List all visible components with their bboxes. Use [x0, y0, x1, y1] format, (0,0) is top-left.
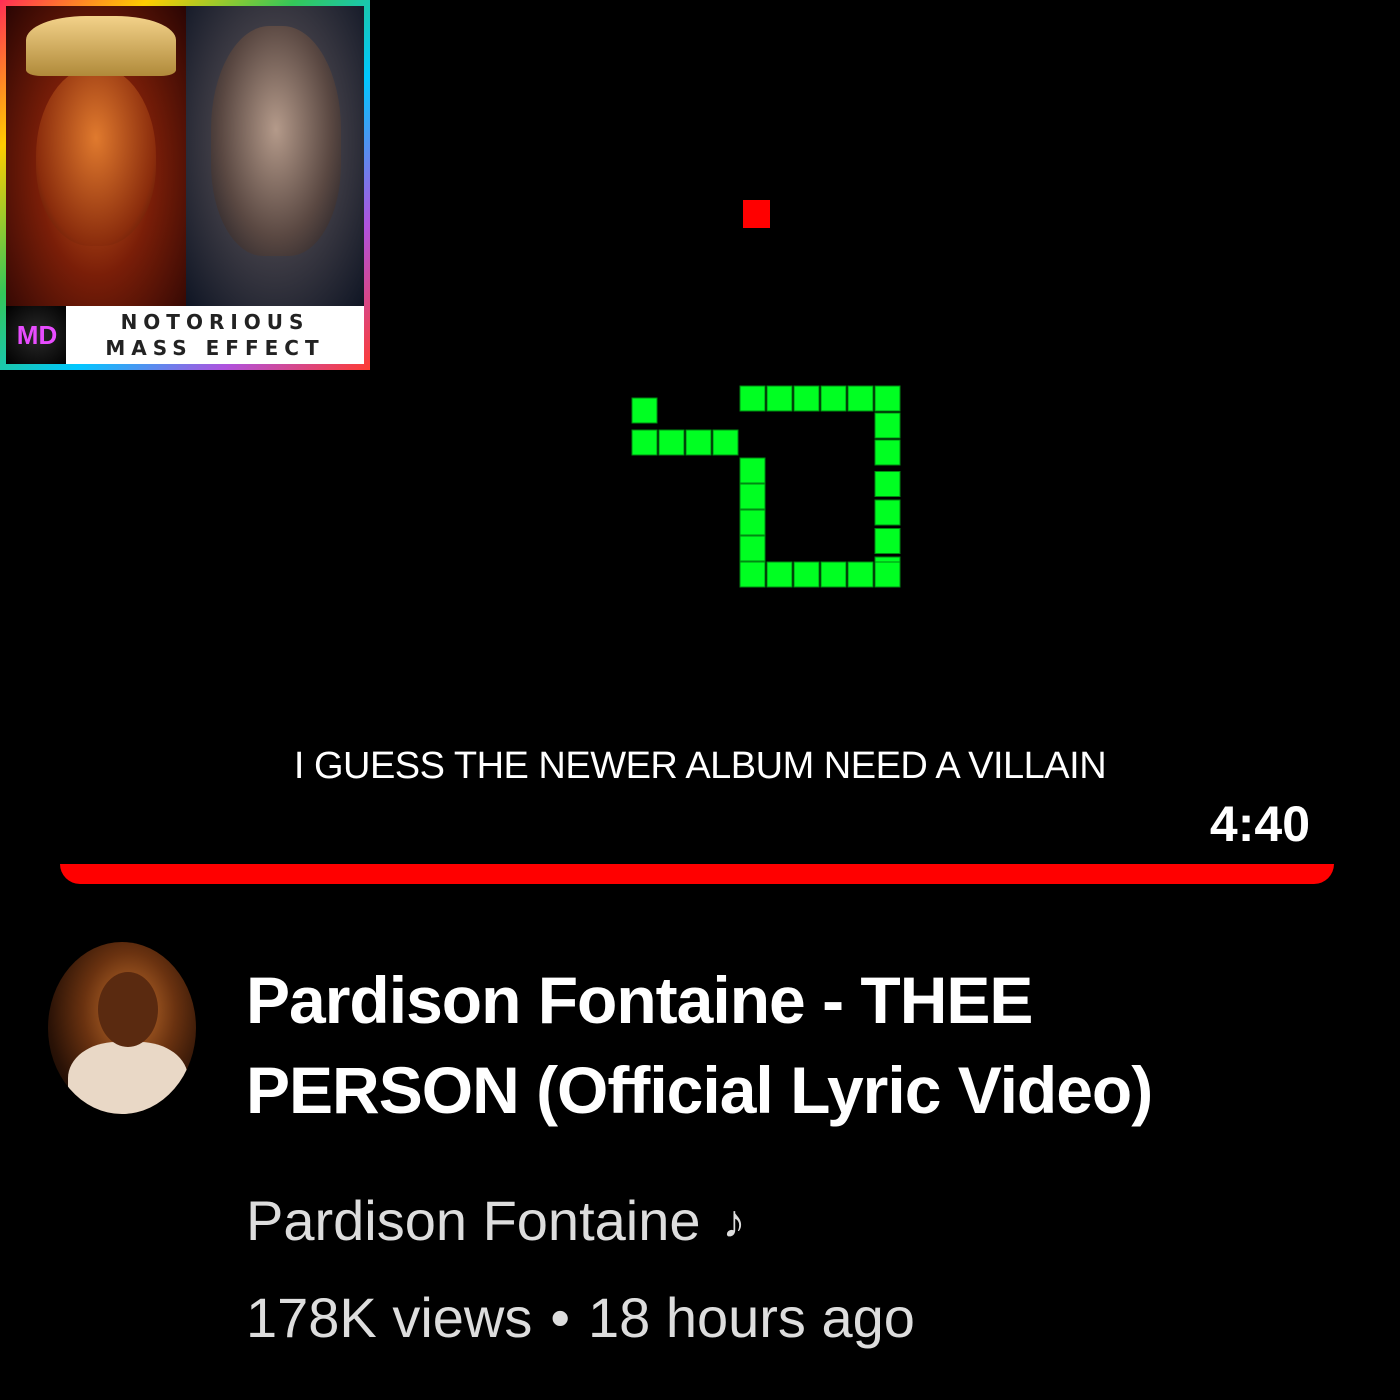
upload-age: 18 hours ago	[587, 1286, 915, 1349]
album-art-left-portrait	[6, 6, 186, 306]
video-meta: 178K views • 18 hours ago	[246, 1285, 915, 1350]
view-count: 178K views	[246, 1286, 533, 1349]
channel-name[interactable]: Pardison Fontaine	[246, 1188, 701, 1253]
music-note-icon: ♪	[722, 1194, 746, 1247]
album-title-line1: NOTORIOUS	[120, 310, 310, 334]
duration-badge: 4:40	[1209, 796, 1310, 852]
snake-food	[743, 200, 770, 228]
snake-segment	[874, 412, 901, 439]
album-title-banner: NOTORIOUS MASS EFFECT	[66, 306, 364, 364]
progress-bar[interactable]	[60, 864, 1334, 884]
snake-segment	[739, 483, 766, 510]
lyric-caption: I GUESS THE NEWER ALBUM NEED A VILLAIN	[293, 745, 1107, 787]
snake-segment	[631, 397, 658, 424]
album-art: MD NOTORIOUS MASS EFFECT	[0, 0, 370, 370]
snake-segment	[874, 385, 901, 412]
snake-segment	[793, 561, 820, 588]
snake-segment	[847, 561, 874, 588]
snake-segment	[685, 429, 712, 456]
meta-separator: •	[550, 1286, 570, 1349]
snake-segment	[739, 457, 766, 484]
video-title[interactable]: Pardison Fontaine - THEE PERSON (Officia…	[246, 955, 1246, 1135]
snake-segment	[874, 561, 901, 588]
snake-segment	[874, 528, 901, 554]
snake-segment	[847, 385, 874, 412]
snake-segment	[739, 385, 766, 412]
snake-segment	[739, 509, 766, 536]
channel-avatar[interactable]	[48, 942, 196, 1114]
snake-segment	[766, 561, 793, 588]
album-title-line2: MASS EFFECT	[105, 336, 325, 360]
snake-segment	[631, 429, 658, 456]
album-logo-icon: MD	[6, 306, 68, 364]
snake-segment	[739, 561, 766, 588]
snake-segment	[874, 471, 901, 497]
snake-segment	[820, 385, 847, 412]
snake-segment	[712, 429, 739, 456]
snake-segment	[739, 535, 766, 562]
album-art-right-portrait	[186, 6, 364, 306]
snake-segment	[658, 429, 685, 456]
snake-segment	[820, 561, 847, 588]
snake-segment	[766, 385, 793, 412]
snake-segment	[874, 439, 901, 466]
channel-row[interactable]: Pardison Fontaine ♪	[246, 1188, 746, 1253]
snake-segment	[793, 385, 820, 412]
snake-segment	[874, 499, 901, 526]
